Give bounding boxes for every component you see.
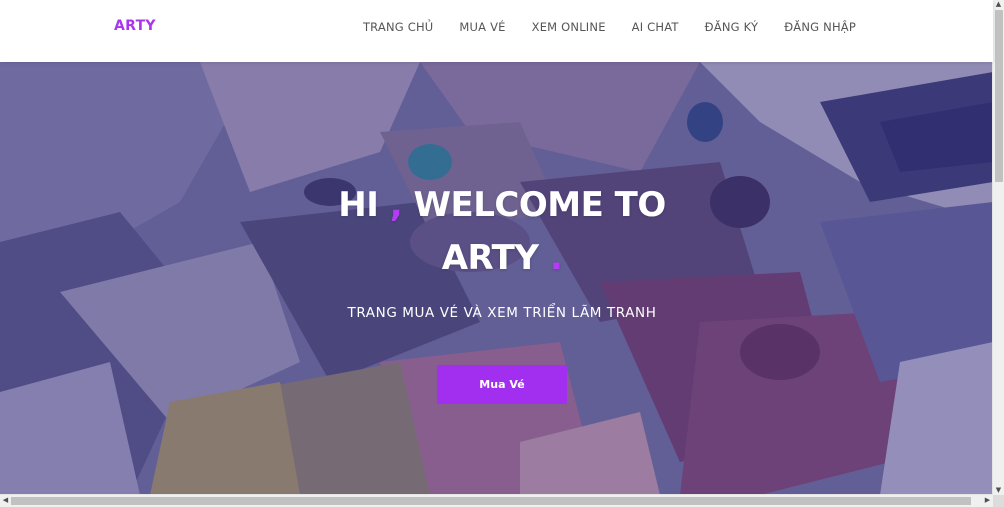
horizontal-scrollbar[interactable]: ◀ ▶ <box>0 494 993 507</box>
hero-title: HI , WELCOME TO ARTY . <box>0 179 993 285</box>
site-header: ARTY TRANG CHỦ MUA VÉ XEM ONLINE AI CHAT… <box>0 0 993 62</box>
hero-title-dot: . <box>549 238 563 278</box>
scrollbar-corner <box>993 495 1004 507</box>
main-nav: TRANG CHỦ MUA VÉ XEM ONLINE AI CHAT ĐĂNG… <box>337 20 856 34</box>
nav-item-buy-tickets[interactable]: MUA VÉ <box>459 20 505 34</box>
buy-ticket-button[interactable]: Mua Vé <box>437 365 567 404</box>
horizontal-scrollbar-thumb[interactable] <box>11 497 971 505</box>
nav-item-watch-online[interactable]: XEM ONLINE <box>532 20 606 34</box>
nav-item-register[interactable]: ĐĂNG KÝ <box>705 20 759 34</box>
hero-title-hi: HI <box>338 185 379 225</box>
site-logo[interactable]: ARTY <box>114 18 156 34</box>
scroll-right-icon[interactable]: ▶ <box>982 496 993 505</box>
hero-title-arty: ARTY <box>441 238 539 278</box>
scroll-down-icon[interactable]: ▼ <box>993 486 1004 495</box>
hero-subtitle: TRANG MUA VÉ VÀ XEM TRIỂN LÃM TRANH <box>347 305 657 321</box>
scroll-left-icon[interactable]: ◀ <box>0 496 11 505</box>
scroll-up-icon[interactable]: ▲ <box>993 0 1004 9</box>
hero-title-welcome: WELCOME TO <box>413 185 666 225</box>
vertical-scrollbar[interactable]: ▲ ▼ <box>992 0 1004 495</box>
nav-item-ai-chat[interactable]: AI CHAT <box>632 20 679 34</box>
hero-section: HI , WELCOME TO ARTY . TRANG MUA VÉ VÀ X… <box>0 62 993 495</box>
hero-content: HI , WELCOME TO ARTY . TRANG MUA VÉ VÀ X… <box>0 62 993 495</box>
nav-item-home[interactable]: TRANG CHỦ <box>363 20 433 34</box>
nav-item-login[interactable]: ĐĂNG NHẬP <box>784 20 856 34</box>
vertical-scrollbar-thumb[interactable] <box>995 10 1003 182</box>
hero-title-comma: , <box>389 185 403 225</box>
page: ARTY TRANG CHỦ MUA VÉ XEM ONLINE AI CHAT… <box>0 0 1004 507</box>
